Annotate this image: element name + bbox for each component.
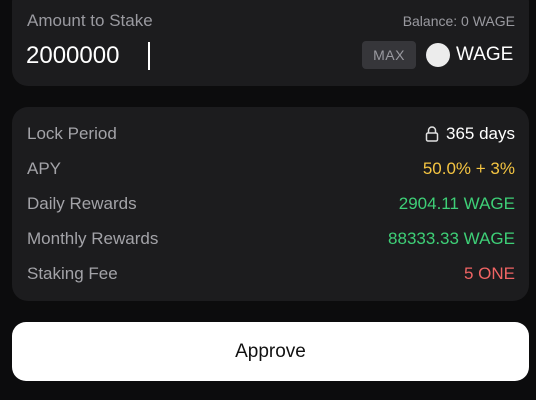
monthly-rewards-value: 88333.33 WAGE bbox=[388, 229, 515, 248]
staking-fee-value: 5 ONE bbox=[463, 264, 515, 283]
detail-row-lock-period: Lock Period 365 days bbox=[27, 122, 515, 146]
token-selector: WAGE bbox=[426, 41, 513, 69]
balance-text: Balance: 0 WAGE bbox=[402, 13, 515, 29]
detail-value: 365 days bbox=[425, 124, 515, 144]
detail-row-staking-fee: Staking Fee 5 ONE bbox=[27, 262, 515, 286]
detail-row-apy: APY 50.0% + 3% bbox=[27, 157, 515, 181]
approve-button[interactable]: Approve bbox=[12, 322, 529, 381]
token-symbol: WAGE bbox=[456, 44, 514, 65]
detail-label: Daily Rewards bbox=[27, 194, 137, 213]
detail-label: APY bbox=[27, 159, 62, 178]
amount-to-stake-label: Amount to Stake bbox=[27, 11, 153, 30]
token-icon bbox=[426, 43, 450, 67]
max-button[interactable]: MAX bbox=[362, 41, 416, 69]
detail-row-monthly-rewards: Monthly Rewards 88333.33 WAGE bbox=[27, 227, 515, 251]
daily-rewards-value: 2904.11 WAGE bbox=[398, 194, 515, 213]
stake-amount-card: Amount to Stake Balance: 0 WAGE MAX WAGE bbox=[12, 0, 529, 86]
detail-row-daily-rewards: Daily Rewards 2904.11 WAGE bbox=[27, 192, 515, 216]
staking-details-card: Lock Period 365 days APY 50.0% + 3% Dail… bbox=[12, 107, 529, 301]
text-caret bbox=[148, 42, 150, 70]
detail-label: Staking Fee bbox=[27, 264, 118, 283]
stake-amount-input[interactable] bbox=[26, 40, 326, 72]
lock-period-value: 365 days bbox=[446, 124, 515, 143]
lock-icon bbox=[425, 126, 439, 142]
detail-label: Monthly Rewards bbox=[27, 229, 159, 248]
detail-label: Lock Period bbox=[27, 124, 117, 143]
apy-value: 50.0% + 3% bbox=[422, 159, 515, 178]
